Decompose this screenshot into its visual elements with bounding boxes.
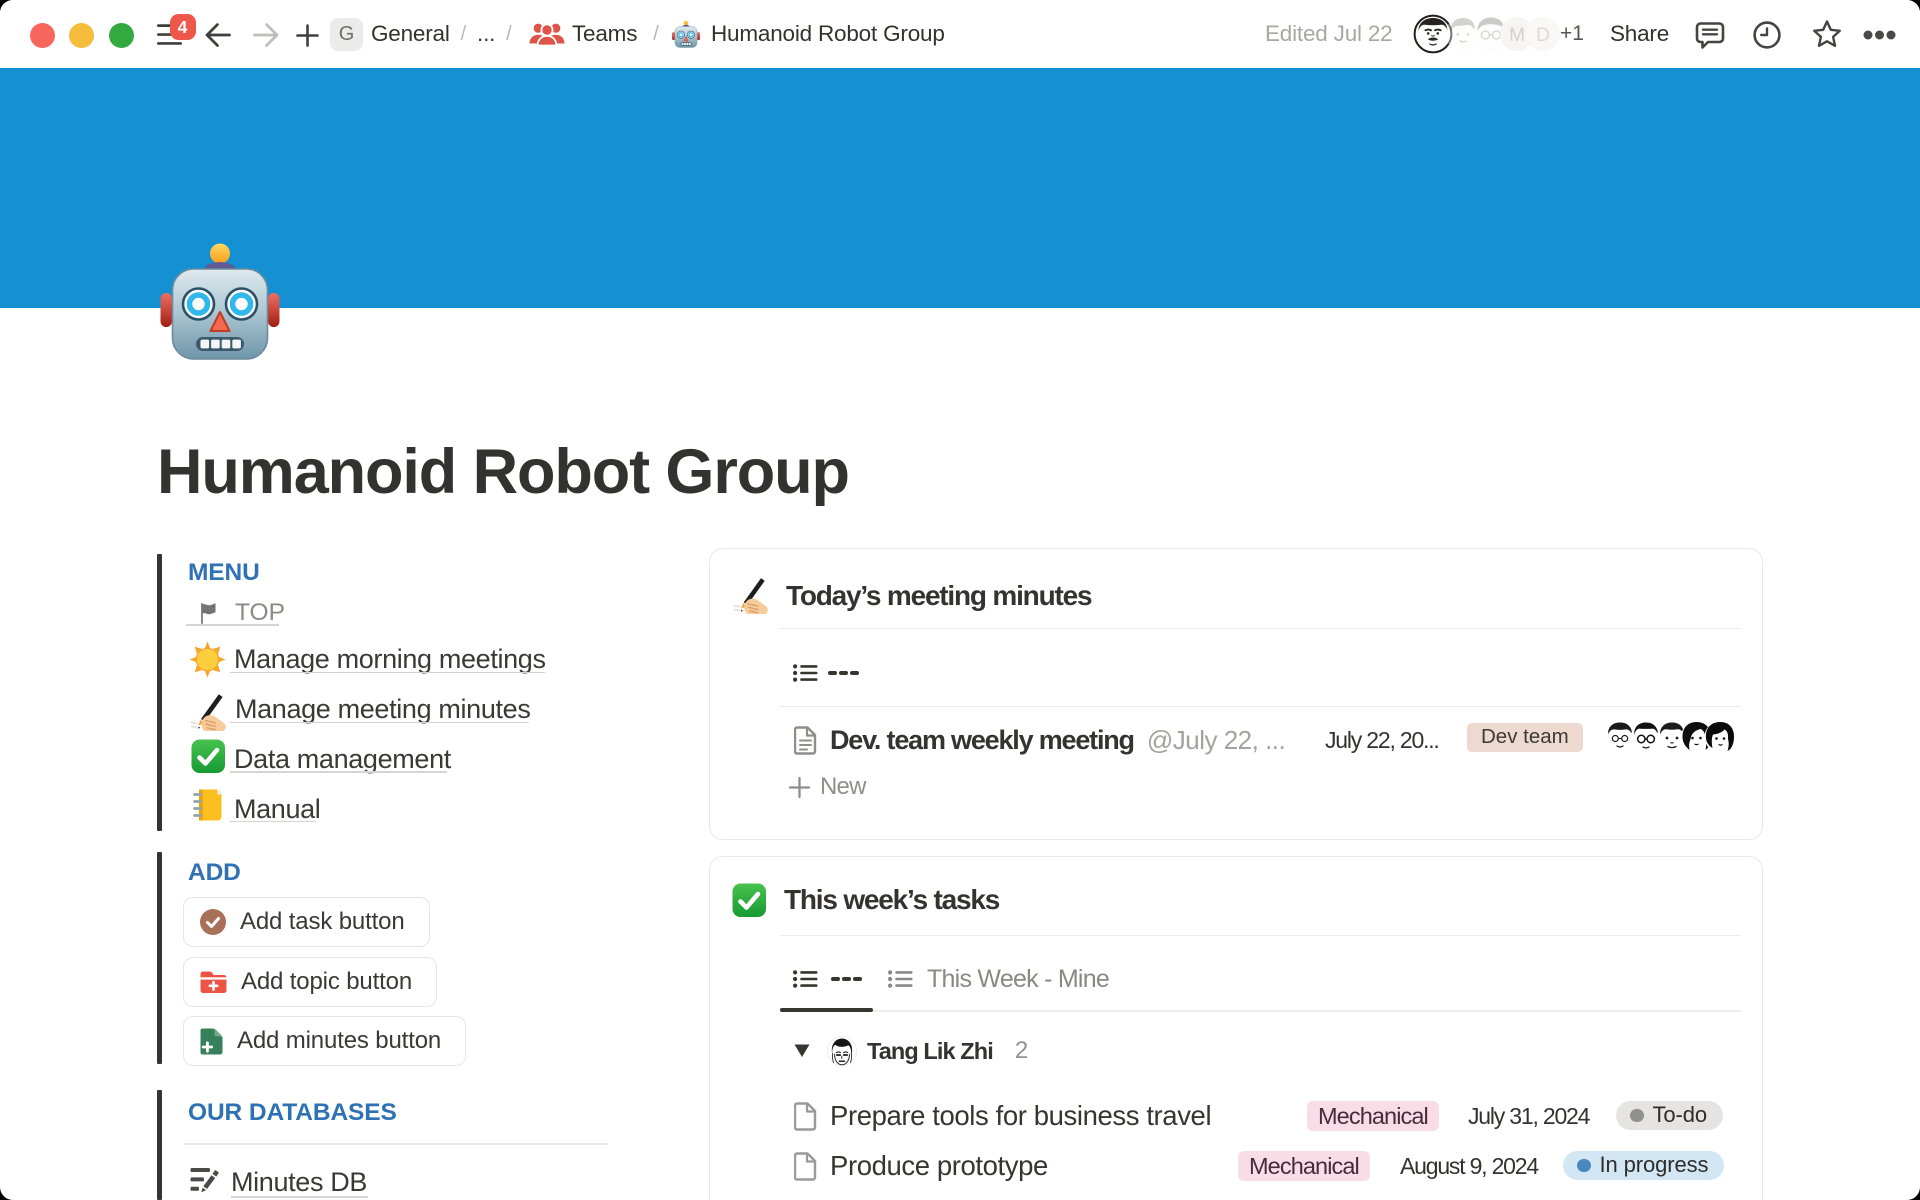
svg-text:M: M — [1509, 25, 1525, 46]
svg-text:D: D — [1536, 25, 1550, 46]
